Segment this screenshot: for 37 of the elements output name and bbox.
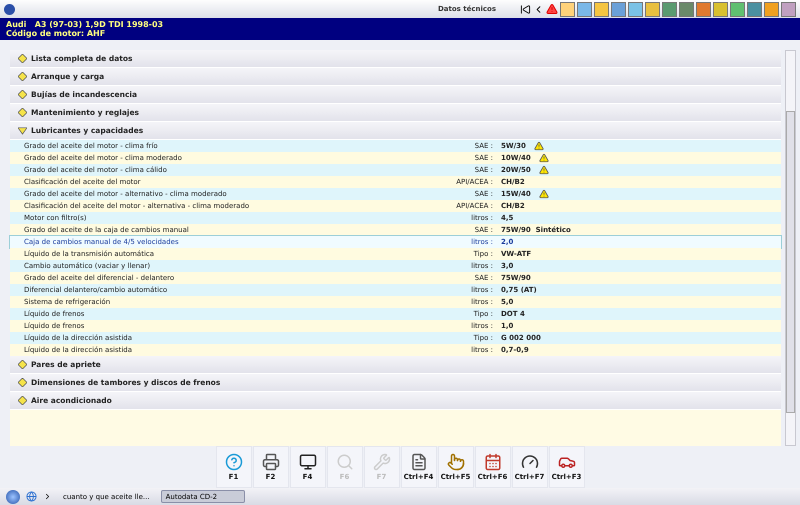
tool-icon[interactable] xyxy=(560,2,575,16)
tool-icon[interactable] xyxy=(713,2,728,16)
hand-pointer-icon xyxy=(446,453,464,471)
document-icon xyxy=(410,453,428,471)
monitor-icon xyxy=(298,453,316,471)
gauge-icon xyxy=(520,453,538,471)
vehicle-model: Audi A3 (97-03) 1,9D TDI 1998-03 xyxy=(6,20,164,29)
tool-icon[interactable] xyxy=(781,2,796,16)
tool-icon[interactable] xyxy=(662,2,677,16)
warning-icon[interactable] xyxy=(538,165,549,175)
globe-icon[interactable] xyxy=(26,491,37,502)
scrollbar[interactable] xyxy=(785,50,796,446)
tool-icon[interactable] xyxy=(645,2,660,16)
start-button[interactable] xyxy=(6,490,20,504)
first-page-icon[interactable] xyxy=(520,4,531,14)
warning-icon[interactable] xyxy=(546,3,558,15)
warning-icon[interactable] xyxy=(538,153,549,163)
engine-code: Código de motor: AHF xyxy=(6,29,106,38)
calendar-icon xyxy=(484,453,502,471)
warning-icon[interactable] xyxy=(534,141,544,151)
printer-icon xyxy=(262,453,280,471)
tool-icon[interactable] xyxy=(764,2,779,16)
expanded-arrow-icon xyxy=(18,126,27,135)
tool-icon[interactable] xyxy=(594,2,609,16)
tool-icon[interactable] xyxy=(679,2,694,16)
app-logo-icon xyxy=(4,4,15,14)
tool-icon[interactable] xyxy=(730,2,745,16)
tool-icon[interactable] xyxy=(611,2,626,16)
warning-icon[interactable] xyxy=(538,189,549,199)
tool-icon[interactable] xyxy=(628,2,643,16)
tool-icon[interactable] xyxy=(577,2,592,16)
help-icon xyxy=(224,453,242,471)
tool-icon[interactable] xyxy=(696,2,711,16)
wrench-icon xyxy=(372,453,390,471)
search-icon xyxy=(336,453,354,471)
tool-icon[interactable] xyxy=(747,2,762,16)
chevron-icon[interactable] xyxy=(43,492,52,501)
